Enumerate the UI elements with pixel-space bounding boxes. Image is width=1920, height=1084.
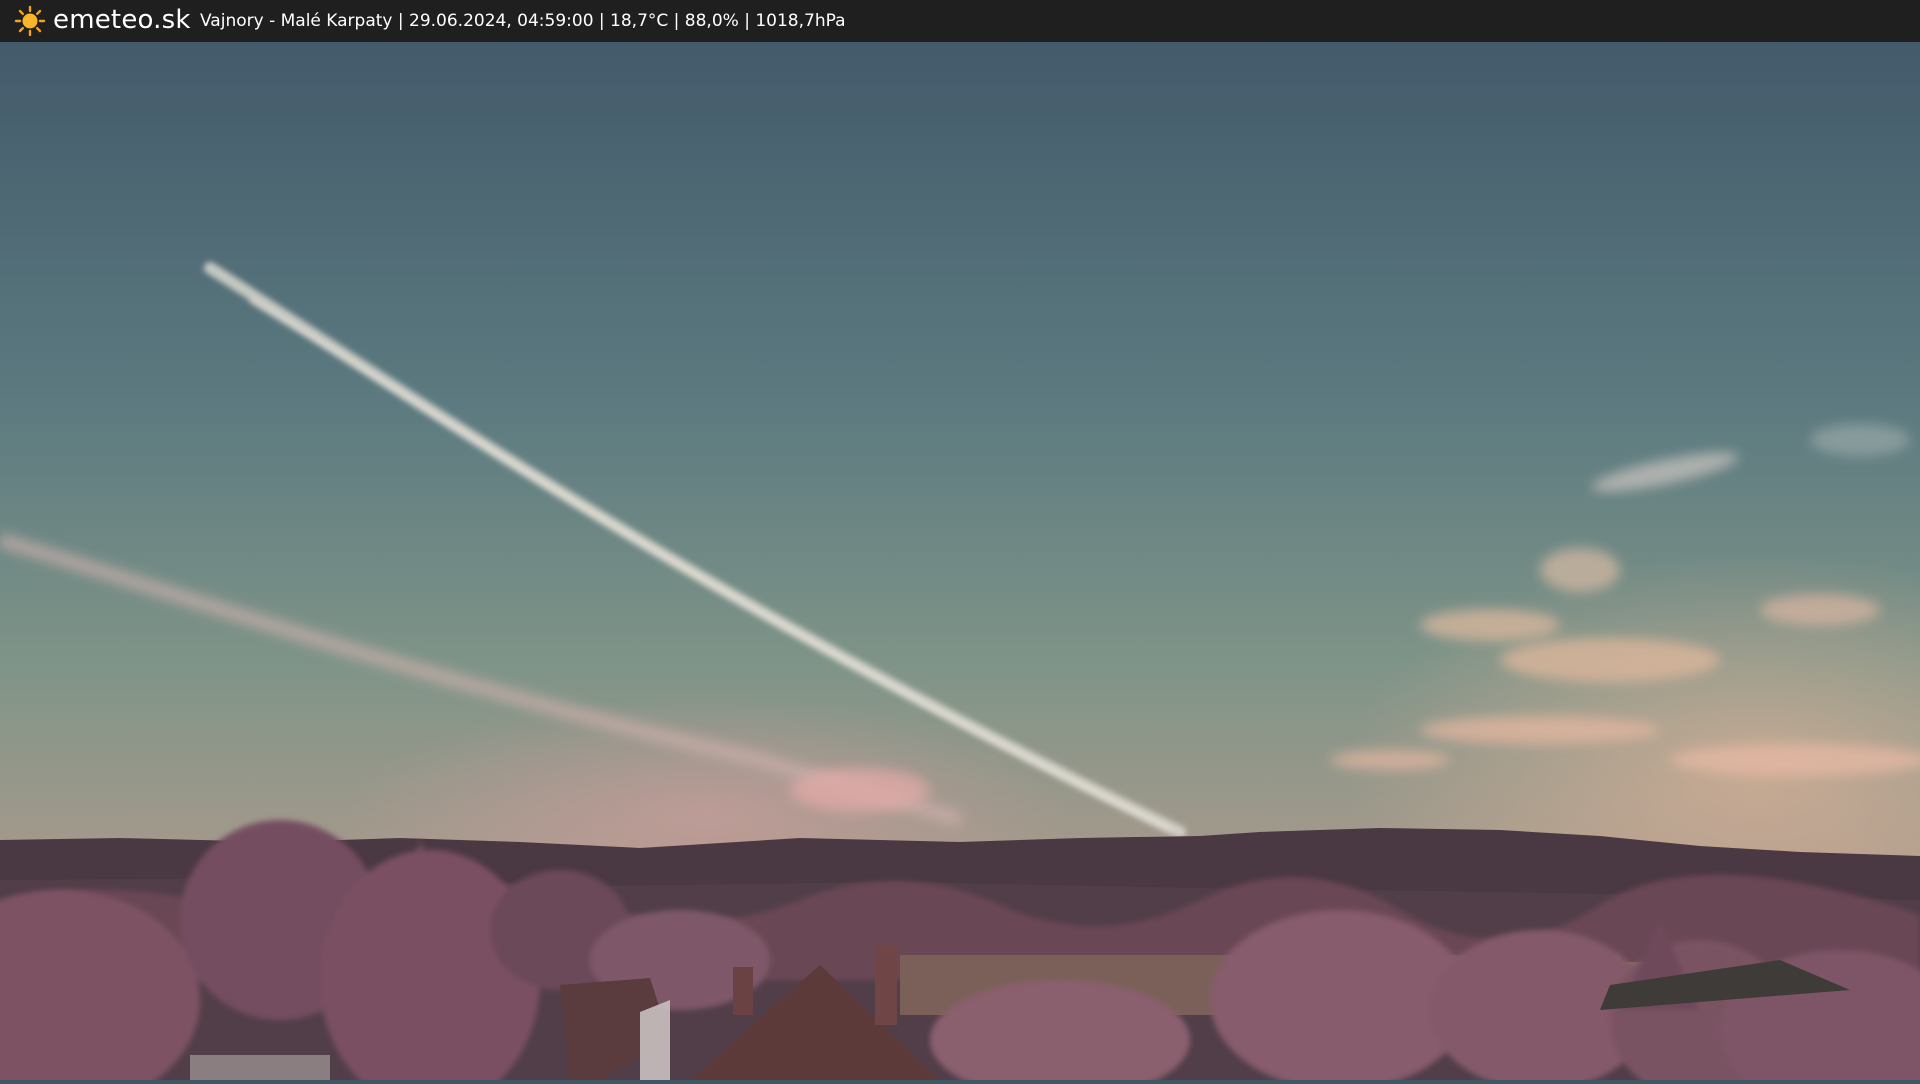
webcam-photo xyxy=(0,0,1920,1084)
sun-icon xyxy=(14,5,46,37)
weather-status-line: Vajnory - Malé Karpaty | 29.06.2024, 04:… xyxy=(200,11,846,31)
info-bar: emeteo.sk Vajnory - Malé Karpaty | 29.06… xyxy=(0,0,1920,42)
brand-logo-text: emeteo.sk xyxy=(53,5,191,35)
